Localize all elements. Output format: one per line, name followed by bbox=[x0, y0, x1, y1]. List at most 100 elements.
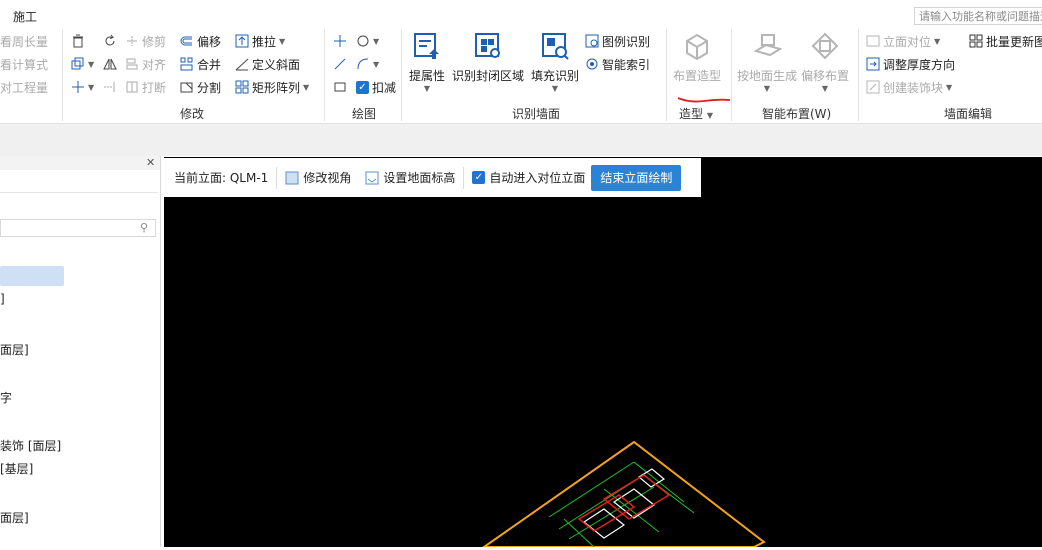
tree-search-input[interactable] bbox=[0, 219, 156, 237]
elevation-align-button[interactable]: 立面对位 ▼ bbox=[866, 31, 940, 51]
rotate-button[interactable] bbox=[103, 31, 117, 51]
adjust-thickness-button[interactable]: 调整厚度方向 bbox=[866, 54, 955, 74]
align-button[interactable]: 对齐 bbox=[125, 54, 166, 74]
auto-enter-label: 自动进入对位立面 bbox=[489, 171, 586, 185]
elevation-align-icon bbox=[866, 34, 880, 48]
merge-button[interactable]: 合并 bbox=[180, 54, 221, 74]
mirror-button[interactable] bbox=[103, 54, 117, 74]
deduct-label: 扣减 bbox=[372, 80, 397, 95]
split-button[interactable]: 分割 bbox=[180, 77, 221, 97]
auto-enter-checkbox[interactable]: ✓ 自动进入对位立面 bbox=[472, 169, 585, 186]
ribbon-divider bbox=[858, 29, 859, 121]
offset-button[interactable]: 偏移 bbox=[180, 31, 221, 51]
extract-props-label: 提属性 bbox=[409, 69, 446, 83]
deduct-checkbox[interactable]: ✓ 扣减 bbox=[356, 77, 396, 97]
copy-icon bbox=[71, 57, 85, 71]
offset-place-button[interactable]: 偏移布置 ▼ bbox=[801, 31, 849, 93]
adjust-thickness-label: 调整厚度方向 bbox=[883, 57, 956, 72]
push-pull-icon bbox=[235, 34, 249, 48]
generate-by-floor-button[interactable]: 按地面生成 ▼ bbox=[737, 31, 797, 93]
checkbox-checked-icon: ✓ bbox=[472, 171, 486, 184]
ribbon-item-view-perimeter[interactable]: 看周长量 bbox=[0, 31, 48, 51]
ribbon-item-label: 对工程量 bbox=[0, 80, 49, 95]
tree-item[interactable]: 面层] bbox=[0, 509, 29, 526]
move-button[interactable]: ▼ bbox=[71, 77, 94, 97]
set-floor-elevation-button[interactable]: 设置地面标高 bbox=[365, 169, 455, 186]
rect-draw-button[interactable] bbox=[333, 77, 347, 97]
extract-props-button[interactable]: 提属性 ▼ bbox=[409, 31, 445, 93]
chevron-down-icon: ▼ bbox=[373, 59, 380, 69]
define-slope-button[interactable]: 定义斜面 bbox=[235, 54, 300, 74]
arc-icon bbox=[356, 57, 370, 71]
copy-button[interactable]: ▼ bbox=[71, 54, 94, 74]
menu-tab-construction[interactable]: 施工 bbox=[13, 8, 37, 25]
arc-draw-button[interactable]: ▼ bbox=[356, 54, 379, 74]
chevron-down-icon: ▼ bbox=[934, 36, 941, 46]
ribbon-item-view-formula[interactable]: 看计算式 bbox=[0, 54, 48, 74]
extend-button[interactable] bbox=[103, 77, 117, 97]
place-shape-button[interactable]: 布置造型 bbox=[673, 31, 721, 84]
group-label-modeling[interactable]: 造型 ▼ bbox=[679, 105, 713, 122]
close-icon[interactable]: ✕ bbox=[146, 156, 155, 169]
function-search-input[interactable]: 请输入功能名称或问题描述 bbox=[914, 7, 1042, 25]
batch-update-button[interactable]: 批量更新图 bbox=[969, 31, 1042, 51]
group-label-identify-wall: 识别墙面 bbox=[512, 107, 561, 121]
identify-closed-area-button[interactable]: 识别封闭区域 bbox=[452, 31, 524, 84]
crosshair-icon bbox=[333, 34, 347, 48]
extend-icon bbox=[103, 80, 117, 94]
align-label: 对齐 bbox=[142, 57, 167, 72]
tree-item[interactable]: 装饰 [面层] bbox=[0, 437, 61, 454]
slope-icon bbox=[235, 57, 249, 71]
create-deco-button[interactable]: 创建装饰块 ▼ bbox=[866, 77, 952, 97]
adjust-thickness-icon bbox=[866, 57, 880, 71]
modify-view-button[interactable]: 修改视角 bbox=[285, 169, 351, 186]
push-pull-button[interactable]: 推拉 ▼ bbox=[235, 31, 285, 51]
smart-index-label: 智能索引 bbox=[602, 57, 651, 72]
end-elevation-draw-button[interactable]: 结束立面绘制 bbox=[591, 164, 682, 191]
offset-label: 偏移 bbox=[197, 34, 222, 49]
tree-item[interactable]: ] bbox=[0, 292, 5, 306]
grid-icon bbox=[235, 80, 249, 94]
define-slope-label: 定义斜面 bbox=[252, 57, 301, 72]
chevron-down-icon: ▼ bbox=[303, 82, 310, 92]
fill-identify-button[interactable]: 填充识别 ▼ bbox=[531, 31, 579, 93]
ribbon-divider bbox=[62, 29, 63, 121]
tree-item-selected[interactable] bbox=[0, 266, 64, 286]
legend-identify-icon bbox=[585, 34, 599, 48]
chevron-down-icon: ▼ bbox=[706, 111, 713, 120]
line-draw-button[interactable] bbox=[333, 54, 347, 74]
point-draw-button[interactable] bbox=[333, 31, 347, 51]
legend-identify-label: 图例识别 bbox=[602, 34, 651, 49]
cad-drawing bbox=[480, 440, 766, 548]
modeling-label: 造型 bbox=[679, 107, 704, 121]
floor-generate-icon bbox=[752, 31, 783, 61]
cube-icon bbox=[682, 31, 712, 61]
group-label-draw: 绘图 bbox=[352, 107, 377, 121]
secondary-toolbar-band bbox=[0, 124, 1042, 156]
trim-button[interactable]: 修剪 bbox=[125, 31, 166, 51]
circle-draw-button[interactable]: ▼ bbox=[356, 31, 379, 51]
delete-button[interactable] bbox=[71, 31, 85, 51]
elevation-toolbar: 当前立面: QLM-1 修改视角 设置地面标高 ✓ 自动进入对位立面 结束立面绘… bbox=[164, 158, 701, 197]
legend-identify-button[interactable]: 图例识别 bbox=[585, 31, 650, 51]
search-icon[interactable]: ⚲ bbox=[140, 221, 148, 234]
smart-index-button[interactable]: 智能索引 bbox=[585, 54, 650, 74]
trash-icon bbox=[71, 34, 85, 48]
identify-closed-area-label: 识别封闭区域 bbox=[452, 69, 525, 83]
ribbon-item-check-quantity[interactable]: 对工程量 bbox=[0, 77, 48, 97]
tree-item[interactable]: [基层] bbox=[0, 460, 33, 477]
fill-identify-label: 填充识别 bbox=[531, 69, 580, 83]
break-button[interactable]: 打断 bbox=[125, 77, 166, 97]
tree-item[interactable]: 字 bbox=[0, 389, 12, 406]
rect-array-button[interactable]: 矩形阵列 ▼ bbox=[235, 77, 309, 97]
drawing-viewport[interactable] bbox=[164, 157, 1042, 548]
align-icon bbox=[125, 57, 139, 71]
circle-icon bbox=[356, 34, 370, 48]
create-deco-icon bbox=[866, 80, 880, 94]
group-label-modify: 修改 bbox=[180, 107, 205, 121]
smart-index-icon bbox=[585, 57, 599, 71]
group-label-smart-place: 智能布置(W) bbox=[762, 107, 832, 121]
chevron-down-icon: ▼ bbox=[279, 36, 286, 46]
tree-item[interactable]: 面层] bbox=[0, 341, 29, 358]
view-icon bbox=[285, 171, 299, 185]
